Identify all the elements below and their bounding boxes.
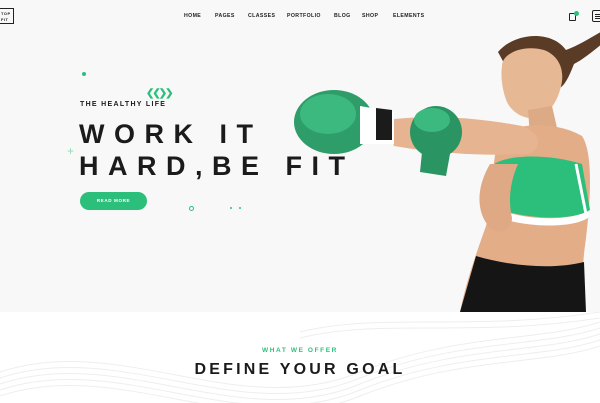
boxer-image xyxy=(294,32,600,312)
logo-line-2: FIT xyxy=(1,17,9,22)
decor-dot xyxy=(230,207,232,209)
nav-item-home[interactable]: HOME xyxy=(184,13,201,19)
page: TOP FIT HOME PAGES CLASSES PORTFOLIO BLO… xyxy=(0,0,600,403)
site-logo[interactable]: TOP FIT xyxy=(0,8,14,24)
wave-lines-decor xyxy=(0,312,600,403)
offer-title: DEFINE YOUR GOAL xyxy=(194,361,406,378)
offer-section: WHAT WE OFFER DEFINE YOUR GOAL xyxy=(0,312,600,403)
decor-circle xyxy=(189,206,194,211)
decor-dot xyxy=(239,207,241,209)
nav-item-pages[interactable]: PAGES xyxy=(215,13,235,19)
read-more-button[interactable]: READ MORE xyxy=(80,192,147,210)
decor-cross-icon: + xyxy=(67,144,75,158)
hero-subtitle: THE HEALTHY LIFE xyxy=(80,101,167,108)
hero-section: TOP FIT HOME PAGES CLASSES PORTFOLIO BLO… xyxy=(0,0,600,312)
decor-dot xyxy=(82,72,86,76)
nav-item-classes[interactable]: CLASSES xyxy=(248,13,275,19)
offer-subtitle: WHAT WE OFFER xyxy=(262,347,338,354)
chevrons-icon: ❮❮❯❯ xyxy=(146,88,173,99)
